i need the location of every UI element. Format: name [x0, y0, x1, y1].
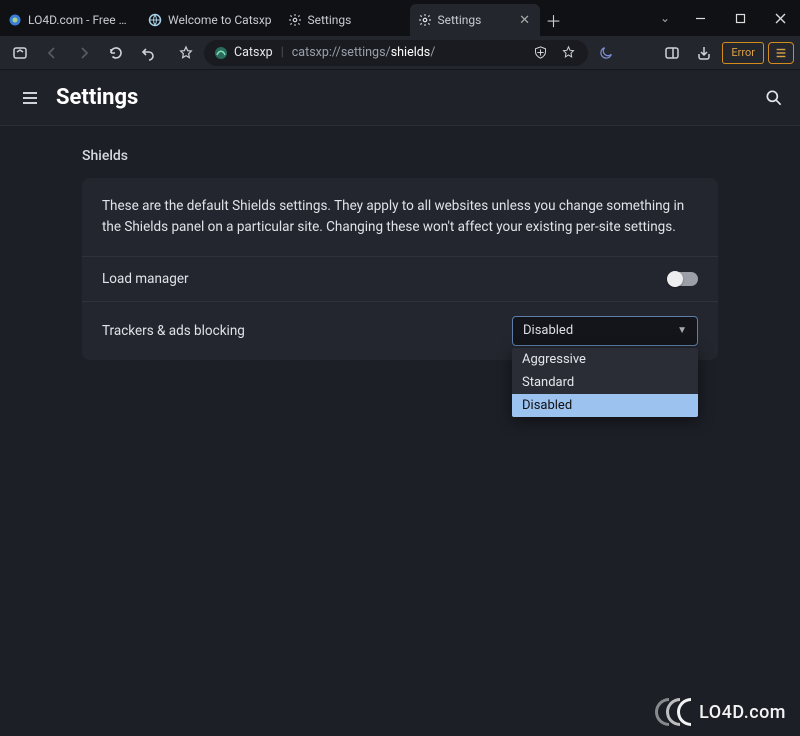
section-title: Shields — [82, 148, 800, 164]
dropdown-option-standard[interactable]: Standard — [512, 371, 698, 394]
site-identity[interactable]: Catsxp — [214, 45, 273, 60]
reload-button[interactable] — [102, 39, 130, 67]
back-button[interactable] — [38, 39, 66, 67]
dropdown-option-aggressive[interactable]: Aggressive — [512, 348, 698, 371]
shields-card: These are the default Shields settings. … — [82, 178, 718, 360]
gear-icon — [288, 13, 302, 27]
watermark: LO4D.com — [649, 698, 786, 726]
window-controls — [680, 0, 800, 36]
shields-description: These are the default Shields settings. … — [82, 178, 718, 257]
settings-content: Shields These are the default Shields se… — [0, 126, 800, 360]
undo-button[interactable] — [134, 39, 162, 67]
new-tab-button[interactable]: ＋ — [540, 4, 568, 36]
bookmark-star-button[interactable] — [172, 39, 200, 67]
tab-label: LO4D.com - Free Sof — [28, 13, 132, 27]
panel-toggle-button[interactable] — [658, 39, 686, 67]
shields-icon[interactable] — [530, 39, 550, 67]
address-bar[interactable]: Catsxp | catsxp://settings/shields/ — [204, 40, 588, 66]
maximize-button[interactable] — [720, 3, 760, 33]
trackers-dropdown-menu: Aggressive Standard Disabled — [512, 348, 698, 417]
settings-search-button[interactable] — [764, 88, 786, 108]
catsxp-logo-icon — [214, 46, 228, 60]
close-window-button[interactable] — [760, 3, 800, 33]
forward-button[interactable] — [70, 39, 98, 67]
load-manager-row: Load manager — [82, 257, 718, 302]
select-value: Disabled — [523, 323, 573, 338]
tab-dropdown-button[interactable]: ⌄ — [650, 0, 680, 36]
address-separator: | — [281, 45, 284, 60]
chevron-down-icon: ▼ — [677, 325, 687, 336]
downloads-button[interactable] — [690, 39, 718, 67]
tab-1[interactable]: Welcome to Catsxp — [140, 4, 280, 36]
night-mode-button[interactable] — [592, 39, 620, 67]
gear-icon — [418, 13, 432, 27]
sidebar-toggle-button[interactable] — [6, 39, 34, 67]
trackers-select[interactable]: Disabled ▼ Aggressive Standard Disabled — [512, 316, 698, 346]
page-title: Settings — [56, 85, 764, 110]
url-text: catsxp://settings/shields/ — [292, 45, 436, 60]
settings-header: Settings — [0, 70, 800, 126]
app-menu-button[interactable] — [768, 42, 794, 64]
tab-0[interactable]: LO4D.com - Free Sof — [0, 4, 140, 36]
globe-icon — [148, 13, 162, 27]
tab-strip: LO4D.com - Free Sof Welcome to Catsxp Se… — [0, 0, 650, 36]
tab-label: Settings — [308, 13, 402, 27]
tab-label: Settings — [438, 13, 512, 27]
watermark-text: LO4D.com — [699, 702, 786, 723]
toolbar: Catsxp | catsxp://settings/shields/ Erro… — [0, 36, 800, 70]
trackers-label: Trackers & ads blocking — [102, 323, 245, 339]
lo4d-logo-icon — [649, 698, 691, 726]
load-manager-toggle[interactable] — [668, 272, 698, 286]
dropdown-option-disabled[interactable]: Disabled — [512, 394, 698, 417]
load-manager-label: Load manager — [102, 271, 189, 287]
error-indicator-button[interactable]: Error — [722, 42, 764, 64]
tab-2[interactable]: Settings — [280, 4, 410, 36]
close-tab-icon[interactable]: ✕ — [518, 13, 532, 27]
settings-menu-button[interactable] — [20, 88, 42, 108]
star-icon[interactable] — [558, 39, 578, 67]
titlebar: LO4D.com - Free Sof Welcome to Catsxp Se… — [0, 0, 800, 36]
globe-icon — [8, 13, 22, 27]
error-label: Error — [731, 46, 755, 59]
site-brand-label: Catsxp — [234, 45, 273, 60]
minimize-button[interactable] — [680, 3, 720, 33]
tab-label: Welcome to Catsxp — [168, 13, 272, 27]
trackers-row: Trackers & ads blocking Disabled ▼ Aggre… — [82, 302, 718, 360]
tab-3-active[interactable]: Settings ✕ — [410, 4, 540, 36]
